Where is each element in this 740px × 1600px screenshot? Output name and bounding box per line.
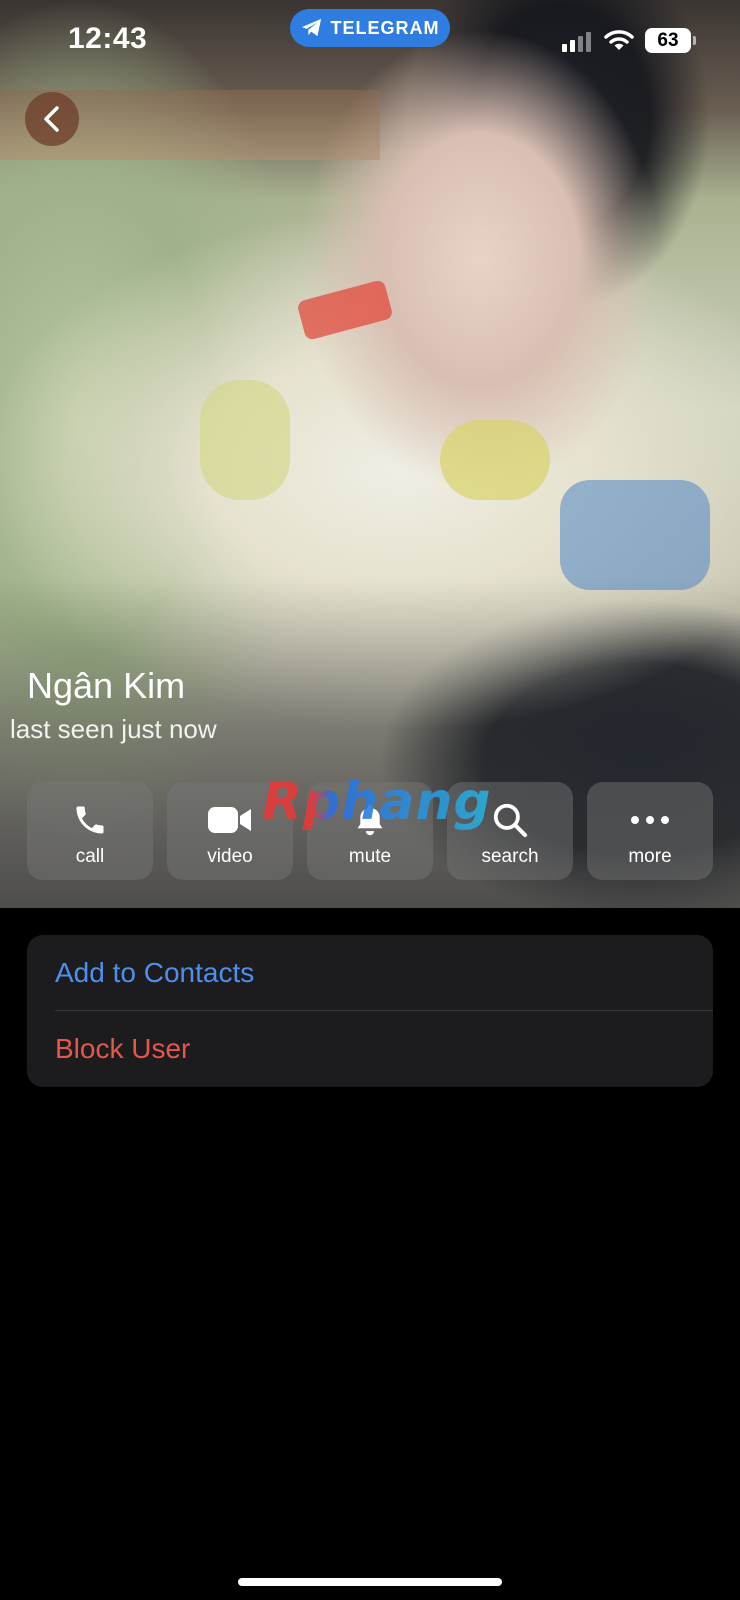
photo-detail [296,279,394,341]
search-icon [493,803,528,838]
block-user-button[interactable]: Block User [55,1011,190,1087]
cellular-signal-icon [562,32,591,52]
photo-detail [200,380,290,500]
video-label: video [207,846,253,867]
photo-detail [560,480,710,590]
battery-indicator: 63 [645,28,691,53]
battery-tip [693,36,696,45]
mute-label: mute [348,846,392,867]
back-button[interactable] [25,92,79,146]
home-indicator[interactable] [238,1578,502,1586]
watermark-logo: Rphang [262,772,492,832]
video-camera-icon [208,807,251,833]
search-label: search [481,846,539,867]
app-pill-label: TELEGRAM [330,17,440,38]
last-seen-status: last seen just now [10,714,217,744]
contact-options-card: Add to Contacts Block User [27,935,713,1087]
more-button[interactable]: more [587,782,713,880]
phone-icon [76,806,104,834]
status-time: 12:43 [68,22,148,55]
more-label: more [628,846,672,867]
call-button[interactable]: call [27,782,153,880]
chevron-left-icon [44,106,59,132]
add-to-contacts-button[interactable]: Add to Contacts [55,935,254,1011]
call-label: call [75,846,105,867]
app-return-pill[interactable]: TELEGRAM [290,9,450,47]
telegram-icon [301,18,321,37]
more-dots-icon [631,816,669,824]
profile-name: Ngân Kim [27,665,186,706]
wifi-icon [604,30,634,50]
photo-detail [440,420,550,500]
